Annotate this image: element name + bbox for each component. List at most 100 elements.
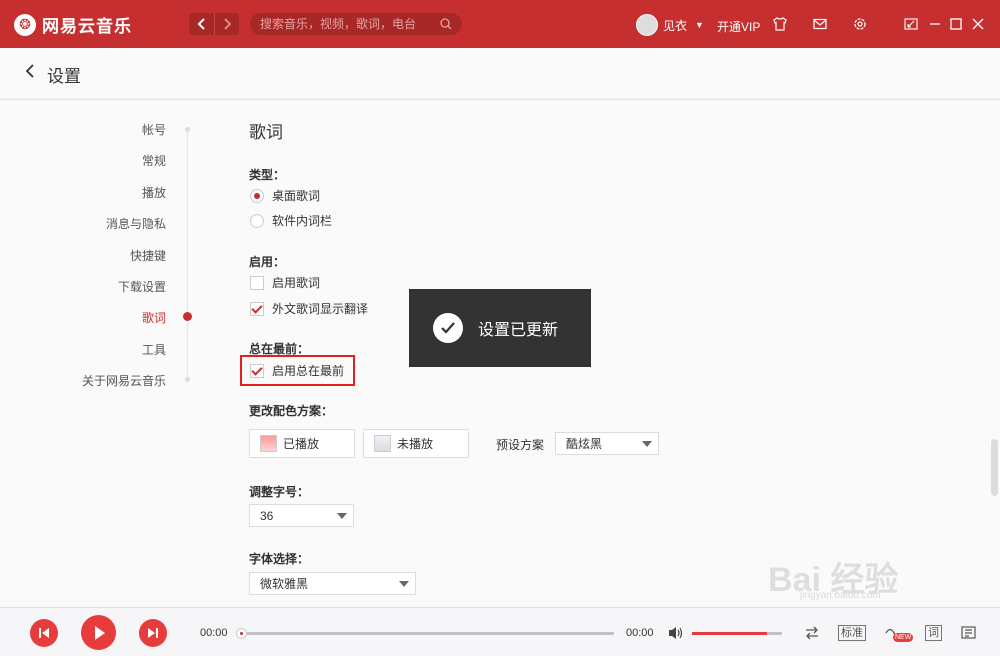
current-time: 00:00 xyxy=(200,627,228,639)
color-scheme-label: 更改配色方案： xyxy=(249,404,334,418)
checkbox[interactable] xyxy=(250,301,264,316)
mail-icon[interactable] xyxy=(810,14,830,34)
mini-mode-icon[interactable] xyxy=(901,14,921,34)
page-title: 设置 xyxy=(47,67,81,86)
font-select[interactable]: 微软雅黑 xyxy=(249,572,416,595)
type-label: 类型： xyxy=(249,168,286,182)
play-icon xyxy=(94,625,105,640)
caret-down-icon[interactable]: ▼ xyxy=(695,20,704,30)
sidenav-track xyxy=(187,128,188,380)
show-translation-option[interactable]: 外文歌词显示翻译 xyxy=(250,300,368,317)
minimize-icon[interactable] xyxy=(925,14,945,34)
unplayed-color-swatch xyxy=(374,435,391,452)
chevron-down-icon xyxy=(399,581,409,587)
back-button[interactable] xyxy=(189,13,214,35)
close-icon[interactable] xyxy=(968,14,988,34)
title-bar: ❂ 网易云音乐 见衣 ▼ 开通VIP xyxy=(0,0,1000,48)
lyrics-toggle-label: 词 xyxy=(925,625,942,641)
quality-label: 标准 xyxy=(838,625,866,641)
played-color-button[interactable]: 已播放 xyxy=(249,429,355,458)
checkbox-label: 启用歌词 xyxy=(272,276,321,290)
loop-mode-icon[interactable] xyxy=(801,623,823,643)
font-value: 微软雅黑 xyxy=(260,577,309,591)
played-color-label: 已播放 xyxy=(283,437,320,451)
user-menu[interactable]: 见衣 ▼ xyxy=(636,14,704,36)
back-arrow-icon[interactable] xyxy=(24,62,36,85)
checkbox-label: 外文歌词显示翻译 xyxy=(272,302,369,316)
played-color-swatch xyxy=(260,435,277,452)
sidenav-item-download[interactable]: 下载设置 xyxy=(118,278,166,295)
playlist-icon[interactable] xyxy=(960,623,980,643)
vip-button[interactable]: 开通VIP xyxy=(717,18,760,35)
unplayed-color-button[interactable]: 未播放 xyxy=(363,429,469,458)
radio-label: 软件内词栏 xyxy=(272,214,333,228)
sidenav-item-hotkeys[interactable]: 快捷键 xyxy=(130,247,166,264)
chevron-down-icon xyxy=(642,441,652,447)
username[interactable]: 见衣 xyxy=(663,17,687,34)
radio-desktop-lyrics[interactable]: 桌面歌词 xyxy=(250,187,320,204)
chevron-right-icon xyxy=(224,18,232,30)
app-name: 网易云音乐 xyxy=(42,17,132,36)
sidenav-item-playback[interactable]: 播放 xyxy=(142,184,166,201)
skip-previous-icon xyxy=(39,628,49,638)
chevron-down-icon xyxy=(337,513,347,519)
checkbox[interactable] xyxy=(250,363,264,378)
preset-value: 酷炫黑 xyxy=(566,437,603,451)
radio-label: 桌面歌词 xyxy=(272,189,321,203)
previous-button[interactable] xyxy=(30,619,58,647)
player-bar: 00:00 00:00 标准 NEW 词 xyxy=(0,607,1000,656)
app-logo[interactable]: ❂ 网易云音乐 xyxy=(14,12,132,37)
sidenav-dot xyxy=(185,127,190,132)
search-input[interactable] xyxy=(260,17,440,31)
font-size-select[interactable]: 36 xyxy=(249,504,354,527)
gear-icon[interactable] xyxy=(850,14,870,34)
toast-notification: 设置已更新 xyxy=(409,289,591,367)
maximize-icon[interactable] xyxy=(946,14,966,34)
netease-music-logo-icon: ❂ xyxy=(14,13,36,36)
sidenav-item-privacy[interactable]: 消息与隐私 xyxy=(106,215,166,232)
forward-button[interactable] xyxy=(214,13,239,35)
skin-icon[interactable] xyxy=(770,14,790,34)
checkbox-label: 启用总在最前 xyxy=(272,364,345,378)
avatar[interactable] xyxy=(636,14,658,36)
chevron-left-icon xyxy=(197,18,205,30)
font-label: 字体选择： xyxy=(249,552,310,566)
sidenav-item-about[interactable]: 关于网易云音乐 xyxy=(82,372,166,389)
check-circle-icon xyxy=(433,313,463,343)
sidenav-dot xyxy=(185,377,190,382)
history-nav xyxy=(189,13,239,35)
search-icon[interactable] xyxy=(440,18,452,30)
enable-label: 启用： xyxy=(249,255,286,269)
section-title: 歌词 xyxy=(249,123,283,142)
sidenav-item-general[interactable]: 常规 xyxy=(142,152,166,169)
preset-select[interactable]: 酷炫黑 xyxy=(555,432,659,455)
radio-inapp-lyrics[interactable]: 软件内词栏 xyxy=(250,212,332,229)
skip-next-icon xyxy=(148,628,158,638)
play-button[interactable] xyxy=(81,615,116,650)
enable-lyrics-option[interactable]: 启用歌词 xyxy=(250,274,320,291)
new-badge: NEW xyxy=(893,633,914,642)
settings-sidenav: 帐号 常规 播放 消息与隐私 快捷键 下载设置 歌词 工具 关于网易云音乐 xyxy=(0,100,200,607)
progress-bar[interactable] xyxy=(236,628,614,639)
unplayed-color-label: 未播放 xyxy=(397,437,434,451)
font-size-label: 调整字号： xyxy=(249,485,310,499)
always-top-option[interactable]: 启用总在最前 xyxy=(250,362,344,379)
sidenav-item-lyrics[interactable]: 歌词 xyxy=(142,309,166,326)
radio-button[interactable] xyxy=(250,188,264,203)
sidenav-item-tools[interactable]: 工具 xyxy=(142,341,166,358)
volume-fill xyxy=(692,632,767,635)
radio-button[interactable] xyxy=(250,213,264,228)
sidenav-item-account[interactable]: 帐号 xyxy=(142,121,166,138)
next-button[interactable] xyxy=(139,619,167,647)
toast-message: 设置已更新 xyxy=(478,322,559,339)
font-size-value: 36 xyxy=(260,508,274,523)
quality-button[interactable]: 标准 xyxy=(838,623,866,643)
scrollbar[interactable] xyxy=(991,439,998,496)
preset-label: 预设方案 xyxy=(496,438,545,452)
volume-icon[interactable] xyxy=(667,625,684,641)
search-box xyxy=(250,13,462,35)
progress-knob[interactable] xyxy=(236,628,247,639)
checkbox[interactable] xyxy=(250,275,264,290)
volume-slider[interactable] xyxy=(692,632,782,635)
lyrics-toggle-button[interactable]: 词 xyxy=(925,623,942,643)
